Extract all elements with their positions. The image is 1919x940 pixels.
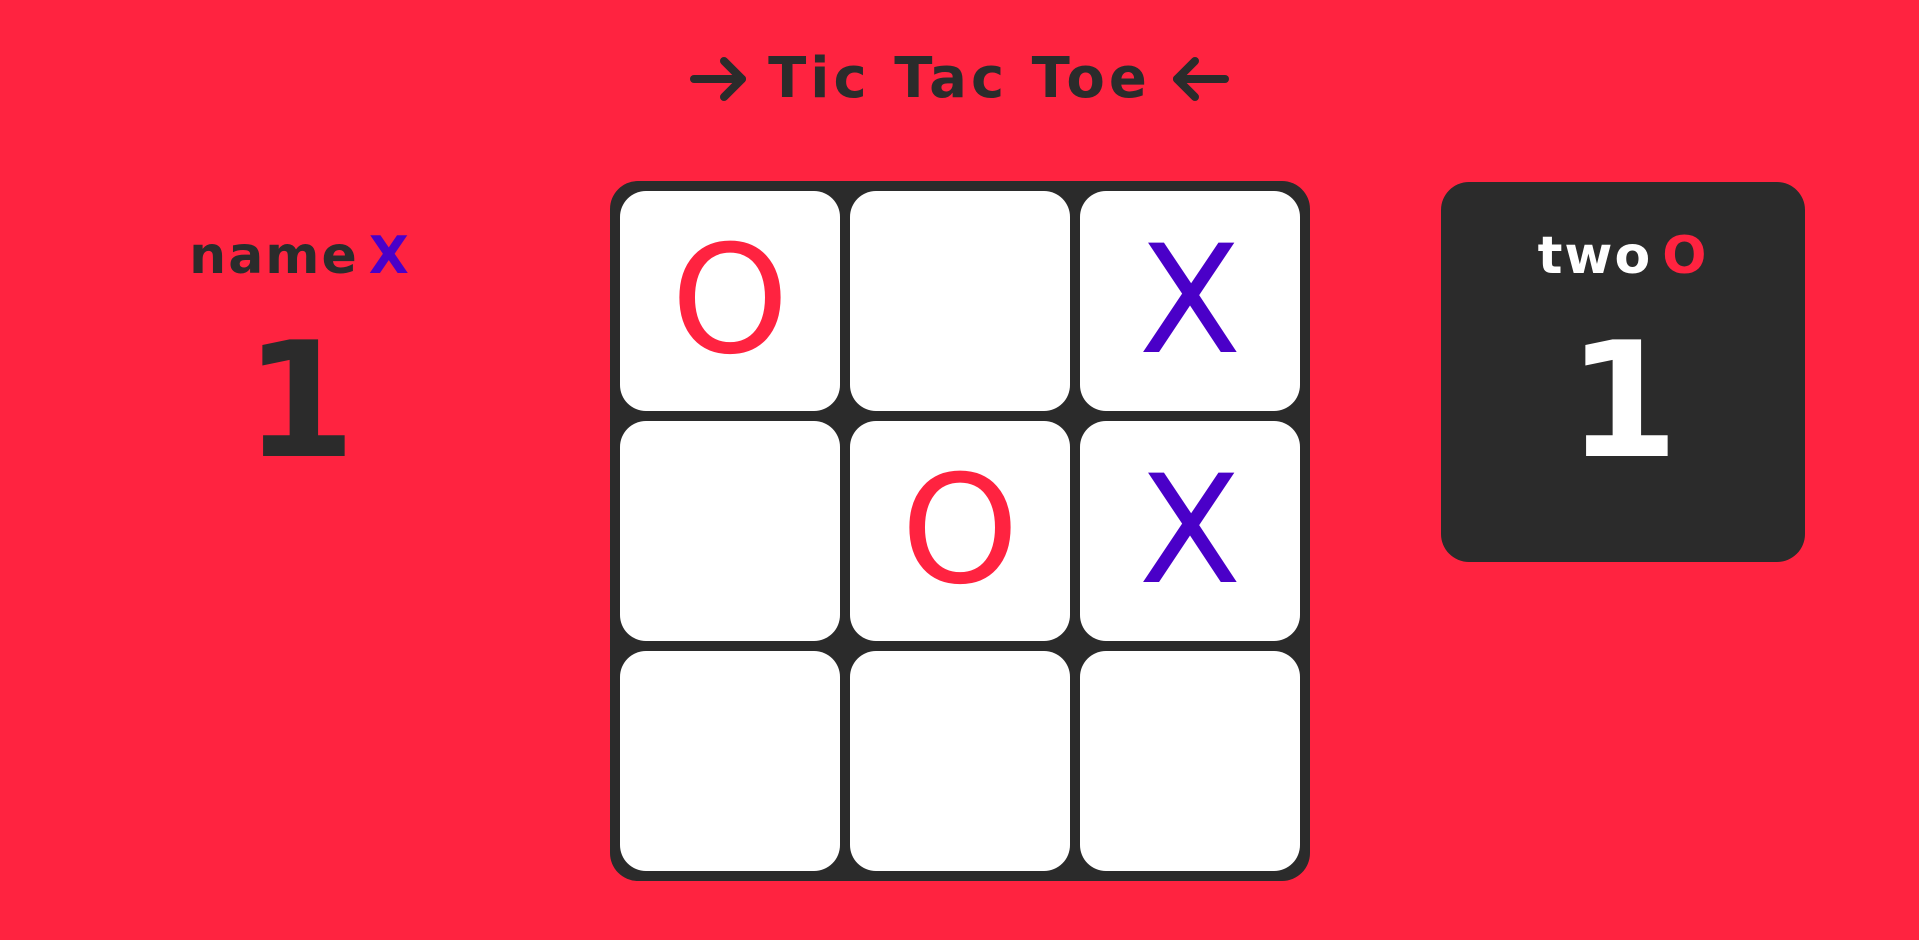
game-board: O X O X xyxy=(610,181,1310,881)
board-cell[interactable]: O xyxy=(620,191,840,411)
player-one-panel: name X 1 xyxy=(118,182,482,562)
player-one-mark: X xyxy=(368,226,411,286)
board-cell[interactable]: X xyxy=(1080,421,1300,641)
page-title: Tic Tac Toe xyxy=(768,46,1151,111)
board-cell[interactable] xyxy=(620,421,840,641)
board-cell[interactable]: X xyxy=(1080,191,1300,411)
board-cell[interactable]: O xyxy=(850,421,1070,641)
player-two-score: 1 xyxy=(1567,307,1679,494)
board-cell[interactable] xyxy=(850,651,1070,871)
arrow-right-icon xyxy=(690,54,750,104)
player-one-name: name xyxy=(189,226,359,286)
board-cell[interactable] xyxy=(620,651,840,871)
arrow-left-icon xyxy=(1169,54,1229,104)
game-title: Tic Tac Toe xyxy=(0,44,1919,114)
player-one-header: name X xyxy=(118,224,482,288)
player-one-score: 1 xyxy=(244,307,356,494)
board-cell[interactable] xyxy=(850,191,1070,411)
player-two-header: two O xyxy=(1441,224,1805,288)
player-two-panel: two O 1 xyxy=(1441,182,1805,562)
board-cell[interactable] xyxy=(1080,651,1300,871)
player-two-mark: O xyxy=(1662,226,1709,286)
player-two-name: two xyxy=(1537,226,1653,286)
